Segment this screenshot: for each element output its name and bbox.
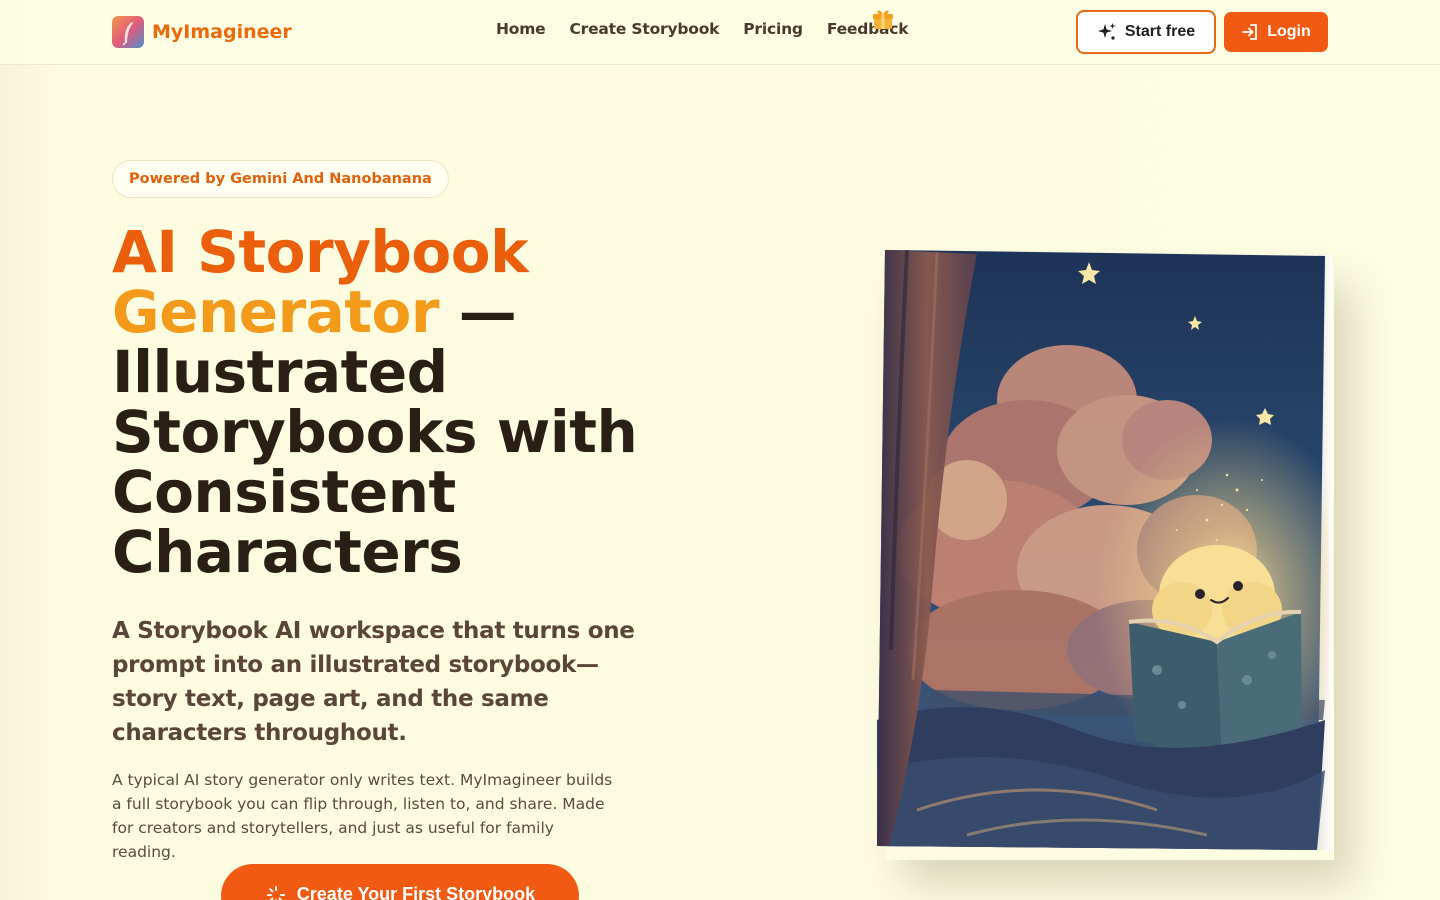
title-rest: Illustrated Storybooks with Consistent C… bbox=[112, 338, 638, 586]
brand-link[interactable]: MyImagineer bbox=[112, 16, 292, 48]
start-free-label: Start free bbox=[1124, 23, 1196, 40]
start-free-button[interactable]: Start free bbox=[1076, 10, 1216, 54]
title-highlight-1: AI Storybook bbox=[112, 218, 529, 286]
login-arrow-icon bbox=[1242, 24, 1258, 40]
title-highlight-2: Generator bbox=[112, 278, 440, 346]
sparkle-icon bbox=[1097, 23, 1116, 40]
nav-create-storybook[interactable]: Create Storybook bbox=[569, 20, 719, 38]
login-label: Login bbox=[1267, 23, 1311, 40]
site-header: MyImagineer Home Create Storybook Pricin… bbox=[0, 0, 1440, 65]
feather-logo-icon bbox=[112, 16, 144, 48]
login-button[interactable]: Login bbox=[1224, 12, 1328, 52]
hero-subheading: A Storybook AI workspace that turns one … bbox=[112, 618, 635, 746]
create-storybook-button[interactable]: Create Your First Storybook bbox=[221, 864, 579, 900]
nav-feedback[interactable]: Feedback bbox=[827, 20, 909, 38]
powered-by-badge: Powered by Gemini And Nanobanana bbox=[112, 160, 449, 198]
brand-name: MyImagineer bbox=[152, 21, 292, 43]
hero-description: A typical AI story generator only writes… bbox=[112, 771, 613, 861]
nav-pricing[interactable]: Pricing bbox=[743, 20, 803, 38]
title-dash: — bbox=[439, 278, 517, 346]
page-title: AI Storybook Generator — Illustrated Sto… bbox=[112, 222, 672, 582]
nav-home[interactable]: Home bbox=[496, 20, 546, 38]
gift-icon bbox=[870, 6, 896, 32]
create-storybook-label: Create Your First Storybook bbox=[296, 884, 536, 900]
loading-sparkle-icon bbox=[266, 886, 285, 900]
storybook-cover-illustration bbox=[877, 250, 1329, 852]
main-nav: Home Create Storybook Pricing Feedback bbox=[496, 20, 909, 38]
